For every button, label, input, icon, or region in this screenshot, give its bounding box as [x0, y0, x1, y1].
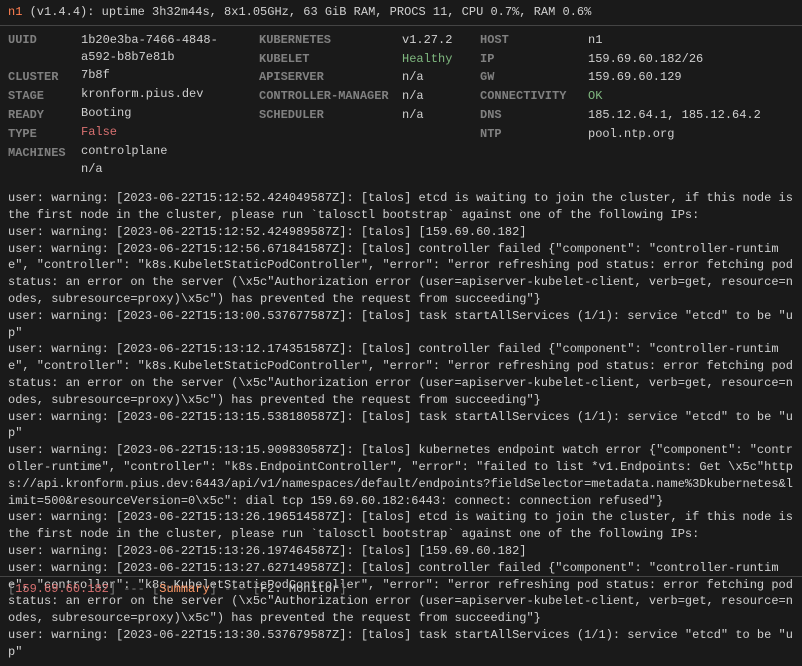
- footer-ip[interactable]: 159.69.60.182: [15, 582, 109, 596]
- uuid-value-2: 7b8f: [81, 67, 251, 84]
- conn-value: OK: [588, 88, 794, 105]
- footer-summary-tab[interactable]: Summary: [159, 582, 209, 596]
- type-label: TYPE: [8, 126, 73, 143]
- apiserver-value: n/a: [402, 69, 472, 86]
- node-info: (v1.4.4): uptime 3h32m44s, 8x1.05GHz, 63…: [30, 5, 592, 19]
- ntp-value: pool.ntp.org: [588, 126, 794, 143]
- scheduler-value: n/a: [402, 107, 472, 124]
- footer-monitor-tab[interactable]: F2: Monitor: [260, 582, 339, 596]
- log-line: user: warning: [2023-06-22T15:13:30.5376…: [8, 627, 794, 661]
- kubernetes-label: KUBERNETES: [259, 32, 394, 49]
- log-line: user: warning: [2023-06-22T15:13:15.9098…: [8, 442, 794, 509]
- gw-value: 159.69.60.129: [588, 69, 794, 86]
- log-line: user: warning: [2023-06-22T15:13:15.5381…: [8, 409, 794, 443]
- uuid-label: UUID: [8, 32, 73, 49]
- ready-label: READY: [8, 107, 73, 124]
- stage-label: STAGE: [8, 88, 73, 105]
- kubelet-value: Healthy: [402, 51, 472, 68]
- machines-label: MACHINES: [8, 145, 73, 162]
- log-line: user: warning: [2023-06-22T15:13:26.1974…: [8, 543, 794, 560]
- conn-label: CONNECTIVITY: [480, 88, 580, 105]
- log-line: user: warning: [2023-06-22T15:12:52.4249…: [8, 224, 794, 241]
- stage-value: Booting: [81, 105, 251, 122]
- host-label: HOST: [480, 32, 580, 49]
- ip-label: IP: [480, 51, 580, 68]
- log-line: user: warning: [2023-06-22T15:12:52.4240…: [8, 190, 794, 224]
- log-line: user: warning: [2023-06-22T15:13:26.1965…: [8, 509, 794, 543]
- cluster-value: kronform.pius.dev: [81, 86, 251, 103]
- ip-value: 159.69.60.182/26: [588, 51, 794, 68]
- dns-value: 185.12.64.1, 185.12.64.2: [588, 107, 794, 124]
- info-grid: UUID CLUSTER STAGE READY TYPE MACHINES 1…: [0, 26, 802, 184]
- dns-label: DNS: [480, 107, 580, 124]
- machines-value: n/a: [81, 161, 251, 178]
- footer-bar: [159.69.60.182] --- [Summary] --- [F2: M…: [0, 576, 802, 602]
- uuid-value: 1b20e3ba-7466-4848-a592-b8b7e81b: [81, 32, 251, 66]
- apiserver-label: APISERVER: [259, 69, 394, 86]
- type-value: controlplane: [81, 143, 251, 160]
- log-line: user: warning: [2023-06-22T15:13:00.5376…: [8, 308, 794, 342]
- kubelet-label: KUBELET: [259, 51, 394, 68]
- cm-value: n/a: [402, 88, 472, 105]
- cluster-label: CLUSTER: [8, 69, 73, 86]
- ntp-label: NTP: [480, 126, 580, 143]
- header-bar: n1 (v1.4.4): uptime 3h32m44s, 8x1.05GHz,…: [0, 0, 802, 26]
- cm-label: CONTROLLER-MANAGER: [259, 88, 394, 105]
- host-value: n1: [588, 32, 794, 49]
- gw-label: GW: [480, 69, 580, 86]
- log-line: user: warning: [2023-06-22T15:13:12.1743…: [8, 341, 794, 408]
- ready-value: False: [81, 124, 251, 141]
- scheduler-label: SCHEDULER: [259, 107, 394, 124]
- kubernetes-value: v1.27.2: [402, 32, 472, 49]
- log-line: user: warning: [2023-06-22T15:12:56.6718…: [8, 241, 794, 308]
- node-name: n1: [8, 5, 22, 19]
